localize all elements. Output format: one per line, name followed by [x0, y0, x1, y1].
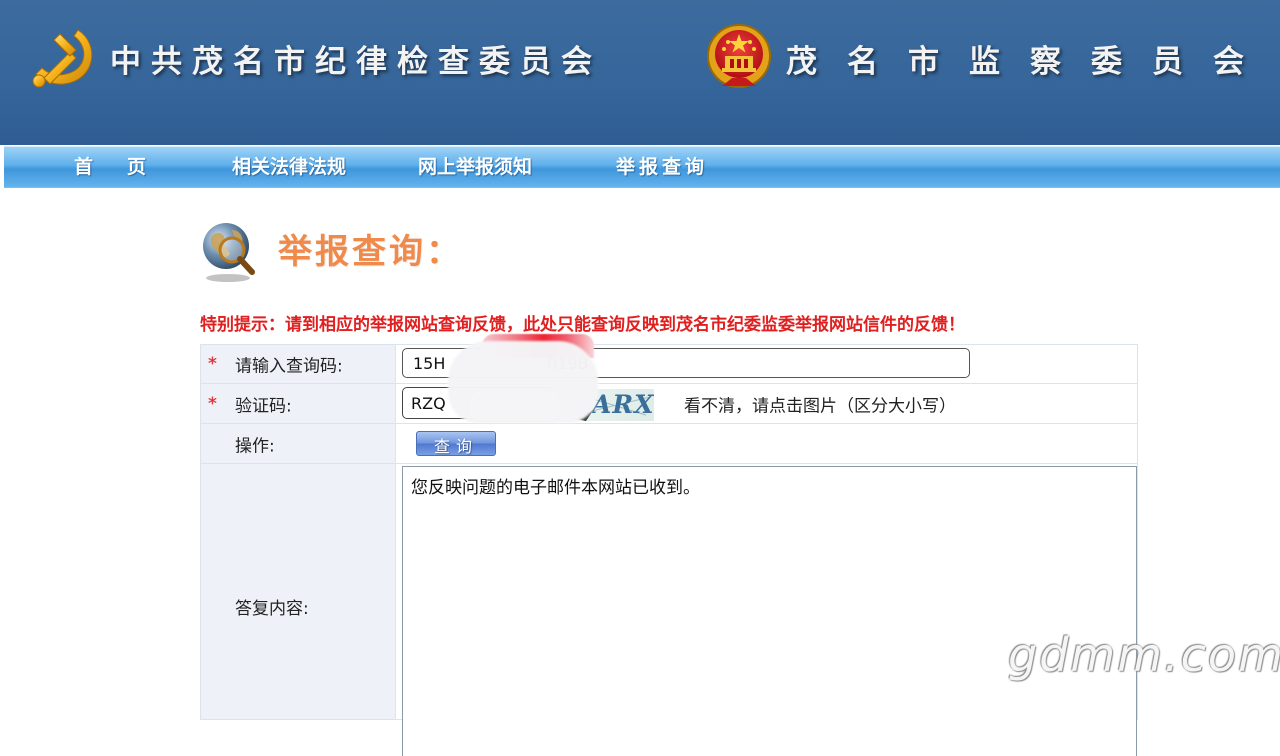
reply-label: 答复内容: — [235, 599, 309, 619]
nav-item-report-query[interactable]: 举报查询 — [616, 147, 708, 187]
national-emblem-icon — [707, 24, 771, 88]
page-title: 举报查询： — [278, 232, 463, 272]
reply-content[interactable]: 您反映问题的电子邮件本网站已收到。 — [402, 466, 1137, 756]
query-form: * 请输入查询码: * 验证码: ARX 看不清，请点击图片（区分大小写） — [200, 344, 1138, 756]
redaction-blur — [470, 391, 560, 421]
code-label-cell: * 请输入查询码: — [200, 344, 396, 384]
reply-label-cell: 答复内容: — [200, 463, 396, 720]
query-button[interactable]: 查询 — [416, 431, 496, 456]
site-header: 中共茂名市纪律检查委员会 茂名市监察委员会 — [0, 0, 1280, 145]
special-notice: 特别提示：请到相应的举报网站查询反馈，此处只能查询反映到茂名市纪委监委举报网站信… — [200, 315, 965, 335]
captcha-hint: 看不清，请点击图片（区分大小写） — [684, 396, 956, 416]
required-mark: * — [208, 393, 217, 414]
nav-item-laws[interactable]: 相关法律法规 — [232, 147, 346, 187]
operation-label: 操作: — [235, 436, 275, 456]
required-mark: * — [208, 354, 217, 374]
main-nav: 首页 相关法律法规 网上举报须知 举报查询 — [4, 146, 1280, 188]
watermark: gdmm.com — [1008, 628, 1280, 682]
header-title-right: 茂名市监察委员会 — [786, 44, 1274, 80]
captcha-text: ARX — [592, 390, 654, 419]
nav-item-home[interactable]: 首页 — [74, 147, 180, 187]
nav-item-report-guide[interactable]: 网上举报须知 — [418, 147, 532, 187]
operation-label-cell: 操作: — [200, 423, 396, 464]
party-emblem-icon — [32, 29, 93, 88]
captcha-label: 验证码: — [235, 396, 292, 416]
header-title-left: 中共茂名市纪律检查委员会 — [110, 44, 602, 80]
captcha-label-cell: * 验证码: — [200, 383, 396, 424]
code-label: 请输入查询码: — [235, 356, 343, 377]
globe-search-icon — [203, 223, 255, 282]
